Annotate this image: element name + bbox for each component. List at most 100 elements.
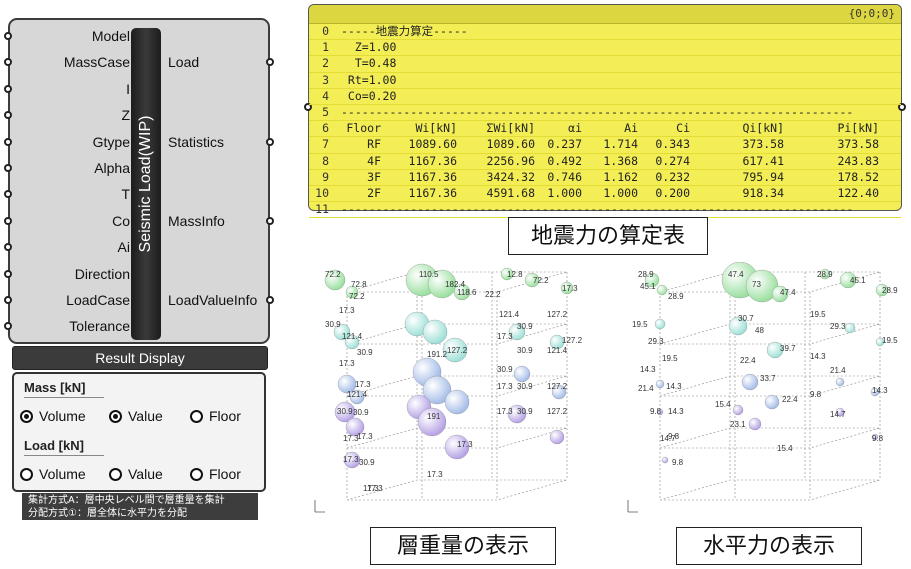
panel-row: 8 4F 1167.36 2256.96 0.492 1.368 0.274 617.41 24… [309, 154, 901, 170]
output-statistics[interactable]: Statistics [168, 134, 268, 150]
table-cell: 243.83 [837, 153, 879, 168]
input-loadcase[interactable]: LoadCase [22, 292, 130, 308]
mass-radio-value[interactable] [109, 410, 122, 423]
input-masscase[interactable]: MassCase [22, 54, 130, 70]
value-label: 39.7 [780, 344, 796, 353]
input-i[interactable]: I [22, 81, 130, 97]
table-cell: 1089.60 [408, 137, 457, 152]
value-label: 72.8 [351, 280, 367, 289]
input-tolerance[interactable]: Tolerance [22, 318, 130, 334]
panel-row: 7 RF 1089.60 1089.60 0.237 1.714 0.343 373.58 37… [309, 137, 901, 154]
input-model[interactable]: Model [22, 28, 130, 44]
value-label: 72.2 [533, 276, 549, 285]
input-grip[interactable] [4, 216, 12, 225]
table-cell: Floor [346, 121, 381, 136]
mass-sphere [549, 429, 565, 445]
value-label: 45.1 [850, 276, 866, 285]
mass-option-label: Floor [209, 408, 241, 424]
value-label: 73 [752, 280, 761, 289]
table-cell: 1.368 [603, 153, 638, 168]
row-text: Co=0.20 [341, 88, 397, 103]
input-grip[interactable] [4, 243, 12, 252]
axis-icon [627, 500, 638, 513]
input-t[interactable]: T [22, 186, 130, 202]
value-label: 118.6 [457, 288, 477, 297]
row-index: 3 [322, 72, 329, 87]
table-cell: 178.52 [837, 169, 879, 184]
seismic-load-component[interactable]: Model MassCase I Z Gtype Alpha T Co Ai Direction L… [4, 18, 274, 520]
input-co[interactable]: Co [22, 213, 130, 229]
output-grip[interactable] [266, 296, 274, 304]
input-alpha[interactable]: Alpha [22, 160, 130, 176]
input-z[interactable]: Z [22, 107, 130, 123]
display-options-panel: Mass [kN] Volume Value Floor Load [kN] Vol… [12, 372, 266, 492]
load-visualization[interactable]: 28.9 45.1 28.9 19.5 29.3 19.5 14.3 21.4 14.3 9.8 1… [620, 262, 910, 524]
input-direction[interactable]: Direction [22, 266, 130, 282]
panel-row: 10 2F 1167.36 4591.68 1.000 1.000 0.200 918.34 1… [309, 185, 901, 203]
mass-radio-floor[interactable] [190, 410, 203, 423]
component-title-bar[interactable]: Seismic Load(WIP) [131, 28, 161, 340]
value-label: 48 [755, 326, 764, 335]
output-grip[interactable] [266, 217, 274, 225]
panel-row: 1 Z=1.00 [309, 40, 901, 57]
input-grip[interactable] [4, 269, 12, 278]
value-label: 9.8 [872, 434, 884, 443]
mass-sphere [835, 377, 845, 387]
input-grip[interactable] [4, 137, 12, 146]
input-grip[interactable] [4, 32, 12, 40]
input-gtype[interactable]: Gtype [22, 134, 130, 150]
mass-sphere [732, 404, 744, 416]
value-label: 22.2 [485, 290, 501, 299]
input-grip[interactable] [4, 111, 12, 120]
input-grip[interactable] [4, 190, 12, 199]
value-label: 14.3 [810, 352, 826, 361]
value-label: 19.5 [810, 310, 826, 319]
mass-radio-volume[interactable] [20, 410, 33, 423]
row-text: ----------------------------------------… [341, 104, 854, 119]
output-grip[interactable] [266, 58, 274, 66]
mass-sphere [513, 365, 531, 383]
input-grip[interactable] [4, 296, 12, 304]
mass-sphere [661, 456, 669, 464]
value-label: 28.9 [638, 270, 654, 279]
input-grip[interactable] [4, 322, 12, 331]
value-label: 28.9 [817, 270, 833, 279]
output-massinfo[interactable]: MassInfo [168, 213, 268, 229]
mass-visualization[interactable]: 72.2 72.8 72.2 17.3 30.9 121.4 30.9 17.3 17.3 30.… [307, 262, 597, 524]
value-label: 191 [427, 412, 441, 421]
value-label: 127.2 [547, 310, 568, 319]
input-grip[interactable] [4, 84, 12, 93]
load-radio-floor[interactable] [190, 468, 203, 481]
panel-row: 9 3F 1167.36 3424.32 0.746 1.162 0.232 795.94 17… [309, 170, 901, 186]
table-cell: 3424.32 [486, 169, 535, 184]
row-index: 11 [315, 202, 329, 217]
table-cell: 373.58 [837, 137, 879, 152]
value-label: 191.2 [427, 350, 448, 359]
output-grip[interactable] [266, 138, 274, 146]
load-radio-value[interactable] [109, 468, 122, 481]
wireframe [346, 271, 568, 501]
table-cell: 0.200 [655, 185, 690, 200]
component-body[interactable]: Model MassCase I Z Gtype Alpha T Co Ai Direction L… [4, 18, 274, 344]
load-option-label: Floor [209, 466, 241, 482]
floor-outline [659, 427, 881, 449]
output-load[interactable]: Load [168, 54, 268, 70]
divider [24, 455, 104, 456]
value-label: 17.3 [357, 432, 373, 441]
table-cell: Pi[kN] [837, 121, 879, 136]
load-radio-volume[interactable] [20, 468, 33, 481]
input-ai[interactable]: Ai [22, 239, 130, 255]
input-grip[interactable] [4, 164, 12, 172]
table-cell: 4591.68 [486, 185, 535, 200]
table-cell: 1167.36 [408, 153, 457, 168]
value-label: 9.8 [672, 458, 684, 467]
result-display-button[interactable]: Result Display [12, 346, 268, 370]
value-label: 127.2 [547, 407, 568, 416]
input-grip[interactable] [4, 58, 12, 67]
value-label: 110.5 [419, 270, 439, 279]
value-label: 14.7 [830, 410, 846, 419]
table-cell: 1.162 [603, 169, 638, 184]
caption-table: 地震力の算定表 [508, 217, 708, 255]
result-panel[interactable]: {0;0;0} 0 -----地震力算定----- 1 Z=1.00 2 T=0.48… [304, 4, 906, 219]
output-loadvalueinfo[interactable]: LoadValueInfo [168, 292, 268, 308]
